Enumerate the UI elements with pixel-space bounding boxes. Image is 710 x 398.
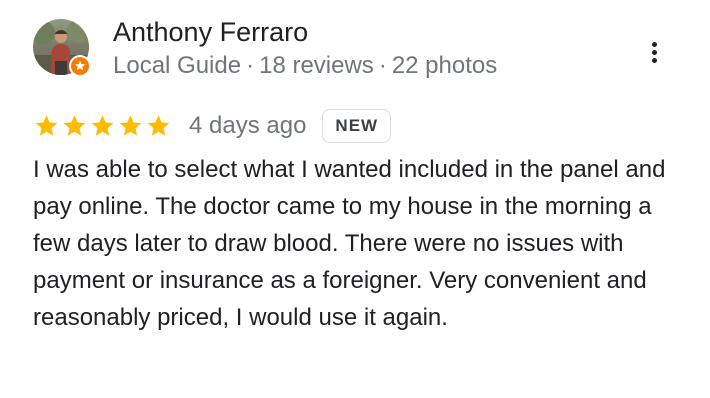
new-badge: NEW (322, 109, 392, 143)
more-vert-icon[interactable] (640, 36, 668, 68)
star-rating (33, 113, 172, 139)
more-dot (652, 42, 657, 47)
star-icon (33, 113, 60, 139)
reviewer-meta[interactable]: Local Guide · 18 reviews · 22 photos (113, 50, 497, 82)
review-card: Anthony Ferraro Local Guide · 18 reviews · 2… (0, 0, 710, 398)
avatar[interactable] (33, 19, 91, 77)
review-count: 18 reviews (259, 52, 374, 79)
star-icon (117, 113, 144, 139)
meta-separator: · (378, 52, 387, 79)
star-icon (89, 113, 116, 139)
star-icon (61, 113, 88, 139)
star-icon (145, 113, 172, 139)
local-guide-label: Local Guide (113, 52, 242, 79)
rating-row: 4 days ago NEW (33, 108, 392, 144)
meta-separator: · (246, 52, 255, 79)
review-text: I was able to select what I wanted inclu… (33, 156, 666, 331)
local-guide-badge-icon (69, 55, 91, 77)
photo-count: 22 photos (391, 52, 498, 79)
review-date: 4 days ago (189, 112, 307, 139)
reviewer-name[interactable]: Anthony Ferraro (113, 14, 308, 50)
more-dot (652, 58, 657, 63)
more-dot (652, 50, 657, 55)
